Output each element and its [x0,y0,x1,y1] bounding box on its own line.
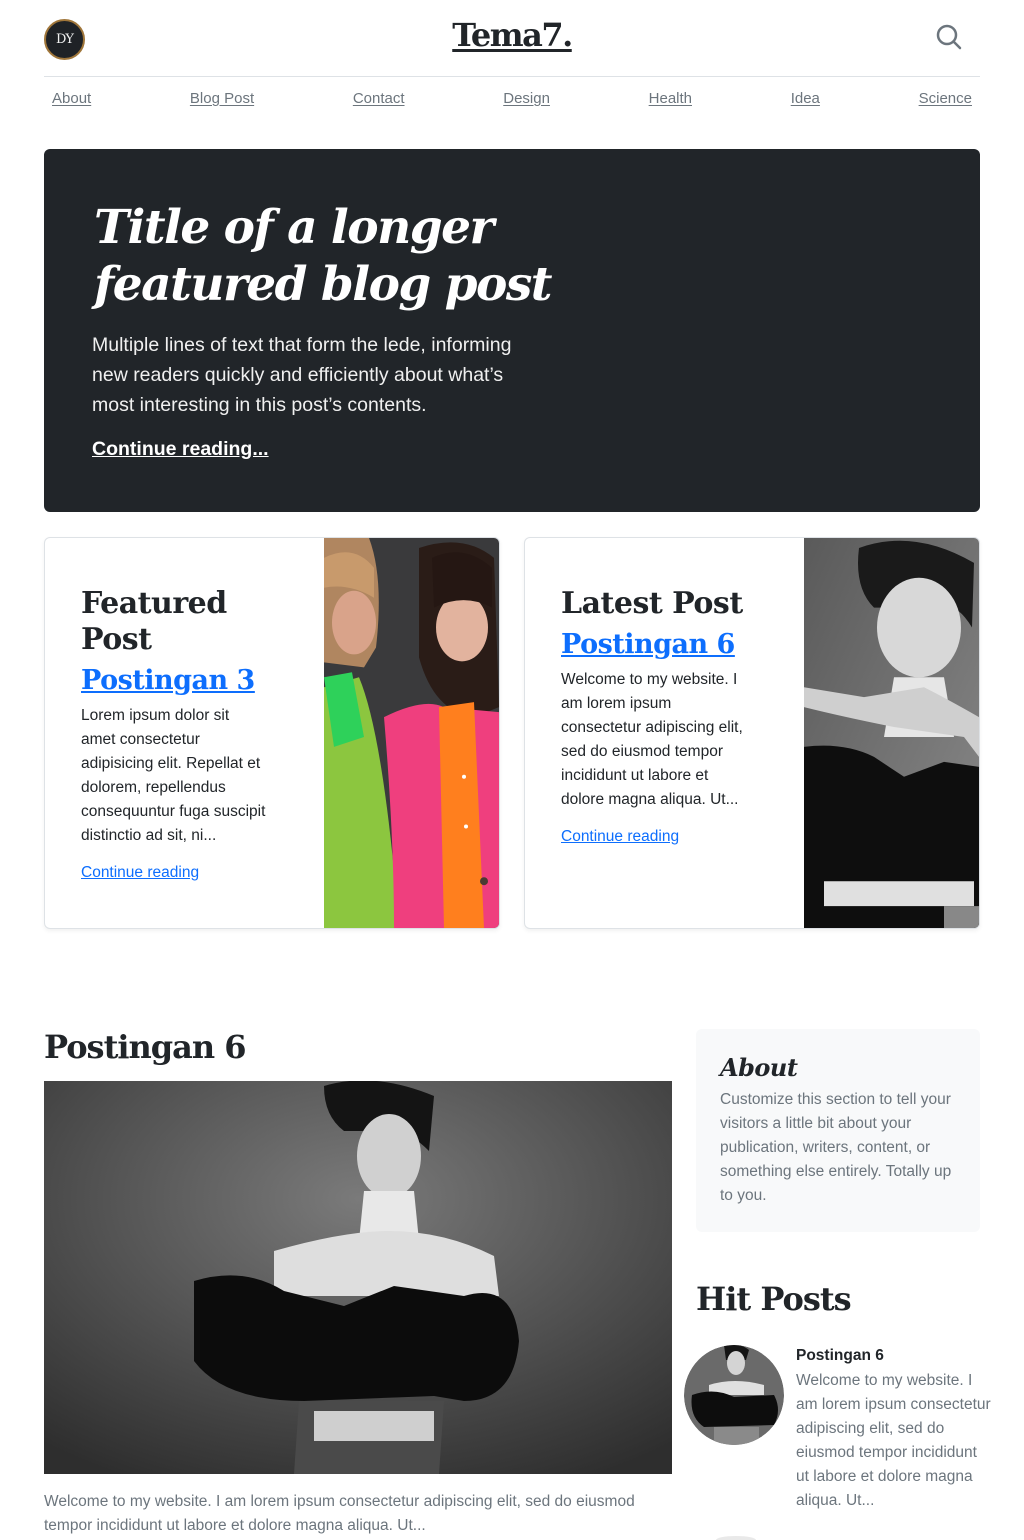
main-post-title[interactable]: Postingan 6 [44,1028,247,1066]
card-body: Featured Post Postingan 3 Lorem ipsum do… [81,586,281,882]
nav-item-science[interactable]: Science [919,90,972,116]
card-thumbnail-image [804,538,979,928]
hero-featured-post: Title of a longer featured blog post Mul… [44,149,980,512]
about-title: About [720,1053,798,1082]
hero-lede: Multiple lines of text that form the led… [92,334,512,416]
nav-item-blog-post[interactable]: Blog Post [190,90,254,116]
main-post-excerpt: Welcome to my website. I am lorem ipsum … [44,1493,635,1534]
hit-post-thumbnail[interactable] [684,1345,784,1445]
brand-link[interactable]: Tema7. [452,16,573,54]
nav-item-contact[interactable]: Contact [353,90,405,116]
hero-title: Title of a longer featured blog post [94,200,553,312]
nav-item-health[interactable]: Health [649,90,692,116]
about-text: Customize this section to tell your visi… [720,1091,952,1204]
sidebar-about-panel: About Customize this section to tell you… [696,1029,980,1232]
nav-item-idea[interactable]: Idea [791,90,820,116]
search-button[interactable] [934,22,966,54]
latest-post-card: Latest Post Postingan 6 Welcome to my we… [524,537,980,929]
site-header: DY Tema7. [44,0,980,77]
card-continue-reading-link[interactable]: Continue reading [81,864,199,882]
hit-posts-title: Hit Posts [696,1280,852,1318]
card-heading: Latest Post [561,586,743,621]
card-post-title-link[interactable]: Postingan 6 [561,626,761,664]
search-icon [936,24,962,50]
hit-post-excerpt: Welcome to my website. I am lorem ipsum … [796,1372,991,1509]
next-hit-post-thumbnail [716,1536,756,1540]
nav-item-design[interactable]: Design [503,90,550,116]
brand: Tema7. [44,16,980,54]
hit-post-title[interactable]: Postingan 6 [796,1347,991,1365]
card-heading: Featured Post [81,586,227,657]
main-post-image[interactable] [44,1081,672,1474]
card-post-title-link[interactable]: Postingan 3 [81,662,281,700]
card-body: Latest Post Postingan 6 Welcome to my we… [561,586,761,846]
nav-item-about[interactable]: About [52,90,91,116]
hero-continue-reading-link[interactable]: Continue reading... [92,438,269,461]
card-thumbnail-image [324,538,499,928]
card-excerpt: Lorem ipsum dolor sit amet consectetur a… [81,707,266,844]
card-excerpt: Welcome to my website. I am lorem ipsum … [561,671,743,808]
card-continue-reading-link[interactable]: Continue reading [561,828,679,846]
hit-post-text: Postingan 6 Welcome to my website. I am … [796,1347,991,1513]
category-nav: About Blog Post Contact Design Health Id… [44,90,980,116]
featured-post-card: Featured Post Postingan 3 Lorem ipsum do… [44,537,500,929]
